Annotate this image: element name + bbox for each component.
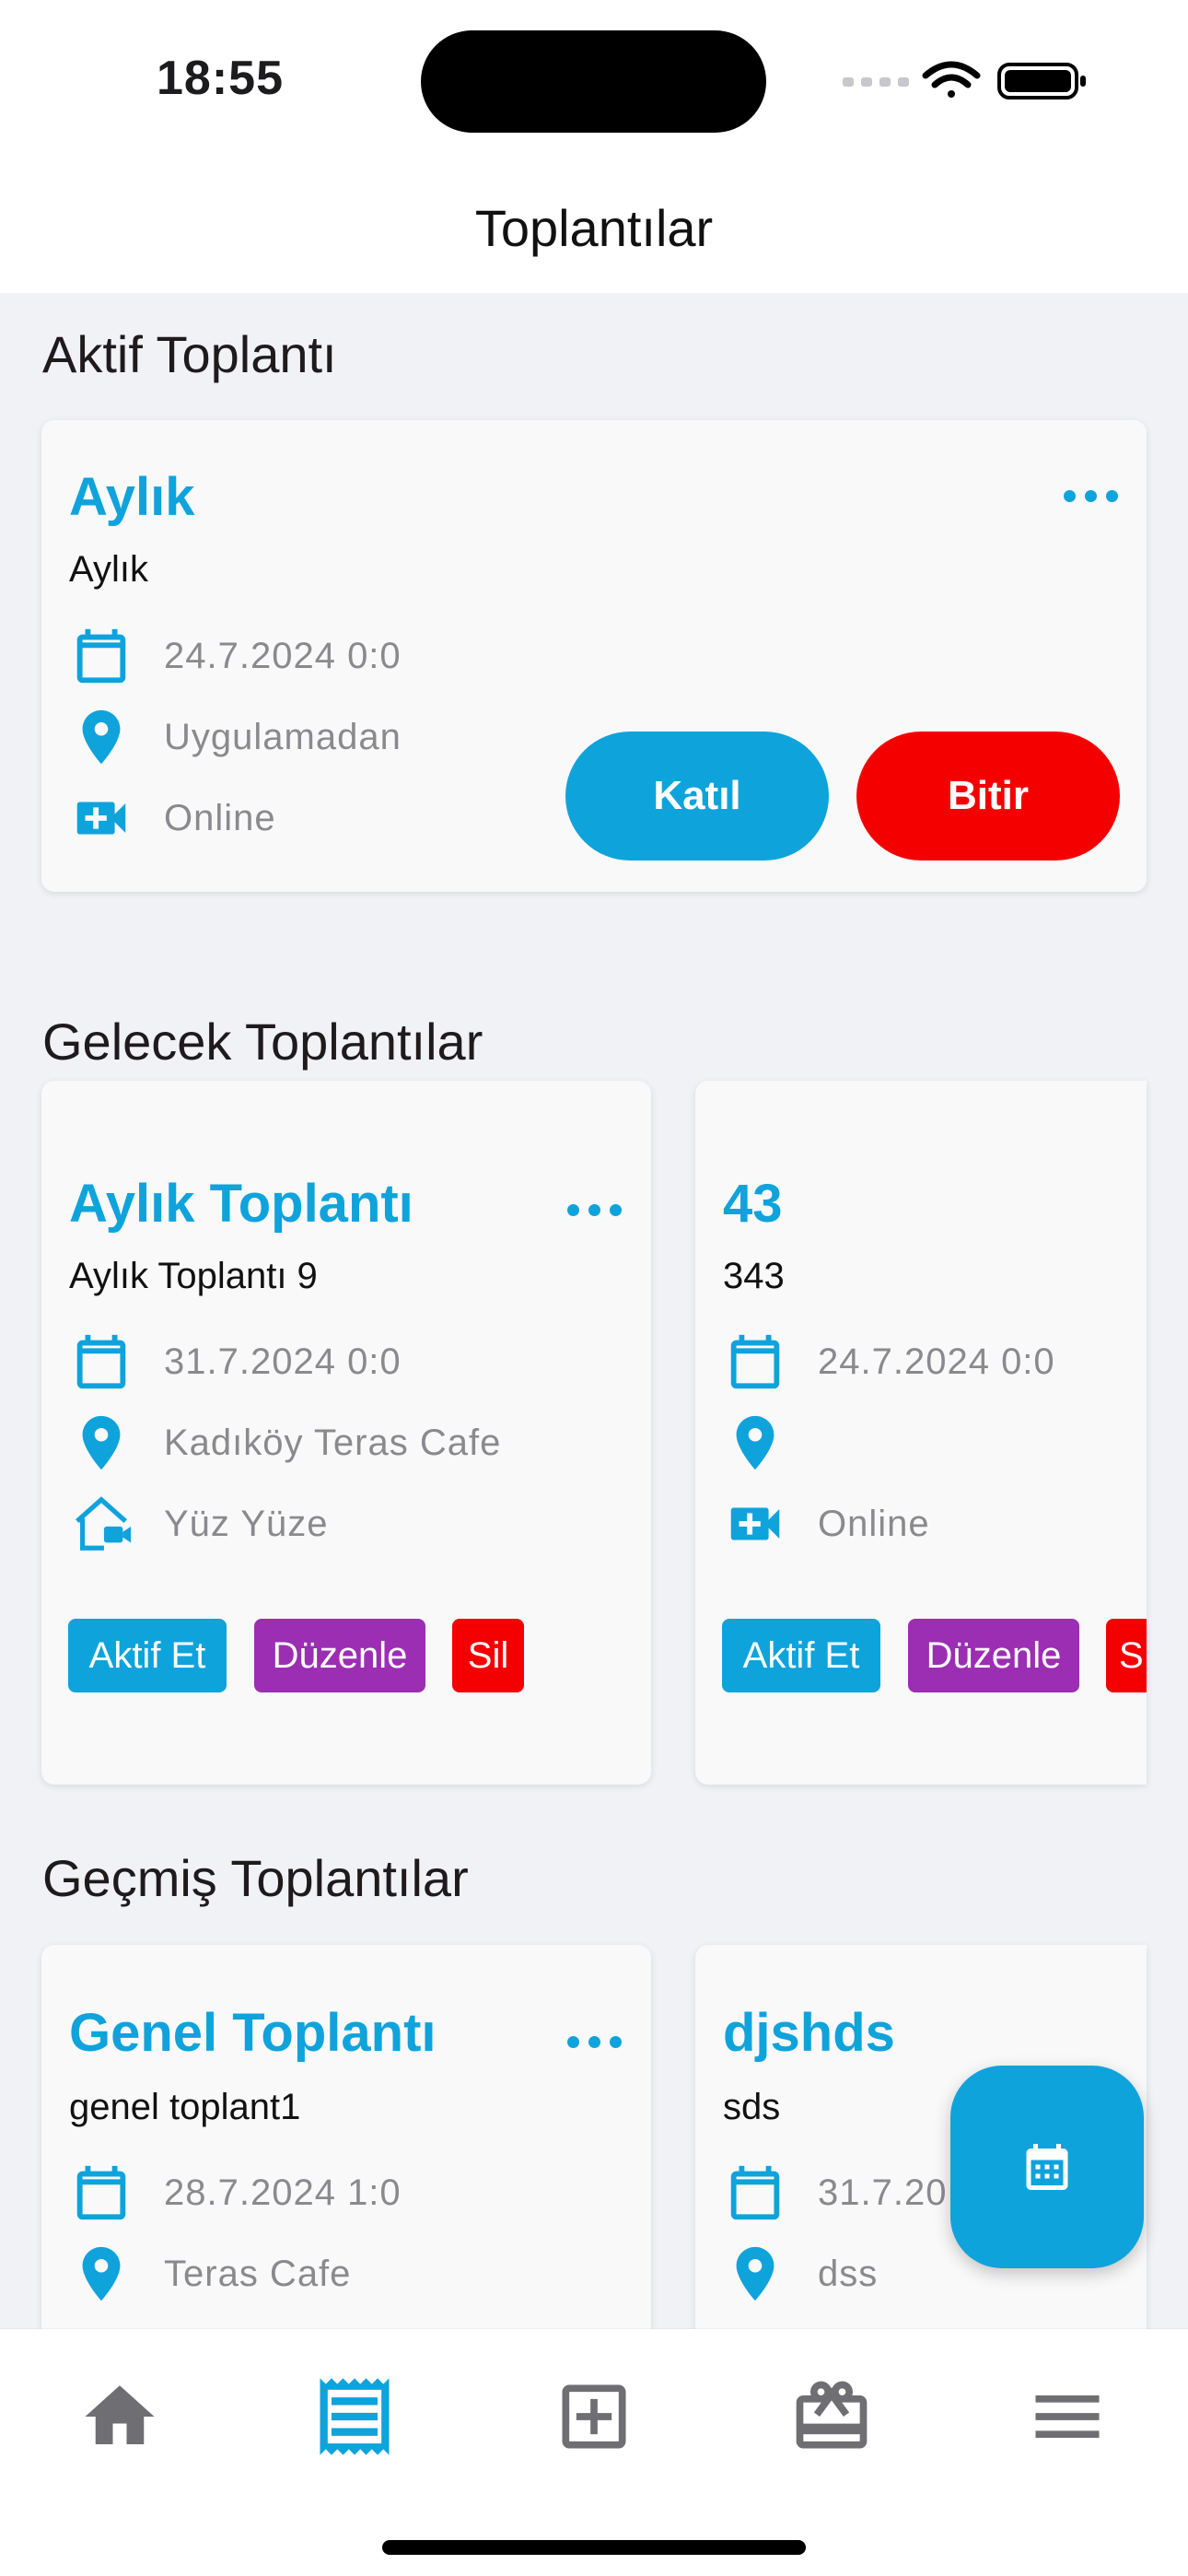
meeting-location-row: Kadıköy Teras Cafe [69,1411,501,1475]
status-time: 18:55 [157,52,284,105]
past-meeting-card[interactable]: Genel Toplantı genel toplant1 28.7.2024 … [41,1945,651,2359]
location-pin-icon [69,705,139,769]
section-title-upcoming: Gelecek Toplantılar [42,1013,483,1071]
cellular-signal-icon [843,77,909,87]
more-options-icon[interactable] [1064,486,1119,505]
meeting-location: dss [818,2253,879,2294]
section-title-active: Aktif Toplantı [42,325,337,383]
meeting-subtitle: genel toplant1 [69,2087,301,2127]
calendar-icon [69,1329,139,1394]
meeting-location: Kadıköy Teras Cafe [164,1422,502,1463]
meeting-date: 31.7.2024 0:0 [164,1341,402,1382]
edit-button[interactable]: Düzenle [908,1619,1079,1692]
meeting-subtitle: Aylık Toplantı 9 [69,1256,318,1296]
meeting-date: 24.7.2024 0:0 [818,1341,1055,1382]
more-options-icon[interactable] [567,1200,623,1219]
meetings-icon[interactable] [304,2366,405,2467]
meeting-title: Aylık Toplantı [69,1174,413,1234]
status-icons [843,57,1091,103]
meeting-location-row: Uygulamadan [69,705,402,769]
meeting-type-row: Yüz Yüze [69,1492,329,1556]
meeting-type: Yüz Yüze [164,1503,329,1544]
calendar-icon [69,2160,139,2225]
meeting-location-row: dss [723,2242,878,2306]
meeting-date-row: 31.7.2024 0:0 [69,1329,402,1394]
activate-button[interactable]: Aktif Et [68,1619,227,1692]
video-call-icon [69,786,139,850]
location-pin-icon [69,1411,139,1475]
meeting-title: djshds [723,2003,895,2063]
meeting-type-row: Online [69,786,276,850]
meeting-date: 31.7.20 [818,2172,948,2213]
section-title-past: Geçmiş Toplantılar [42,1849,469,1907]
meeting-type-row: Online [723,1492,930,1556]
meeting-location: Uygulamadan [164,716,402,757]
calendar-grid-icon [1026,2144,1068,2190]
location-pin-icon [723,1411,793,1475]
calendar-icon [69,624,139,688]
edit-button[interactable]: Düzenle [254,1619,425,1692]
meeting-date-row: 24.7.2024 0:0 [723,1329,1055,1394]
more-options-icon[interactable] [567,2032,623,2051]
activate-button[interactable]: Aktif Et [722,1619,880,1692]
delete-button[interactable]: Sil [452,1619,524,1692]
meeting-subtitle: sds [723,2087,781,2127]
meeting-date-row: 28.7.2024 1:0 [69,2160,402,2225]
menu-icon[interactable] [1017,2366,1118,2467]
location-pin-icon [69,2242,139,2306]
in-person-icon [69,1492,139,1556]
meeting-date: 24.7.2024 0:0 [164,635,402,676]
add-box-icon[interactable] [543,2366,645,2467]
calendar-icon [723,2160,793,2225]
meeting-title: Aylık [69,467,195,527]
meeting-subtitle: Aylık [69,549,148,590]
dynamic-island [421,30,766,133]
meeting-location-row [723,1411,818,1475]
video-call-icon [723,1492,793,1556]
calendar-fab-button[interactable] [950,2066,1144,2268]
battery-icon [997,63,1086,100]
bottom-tab-bar [0,2329,1188,2576]
meeting-title: 43 [723,1174,783,1234]
meeting-type: Online [818,1503,930,1544]
meeting-date: 28.7.2024 1:0 [164,2172,402,2213]
delete-button[interactable]: S [1106,1619,1147,1692]
meeting-location: Teras Cafe [164,2253,352,2294]
calendar-icon [723,1329,793,1394]
location-pin-icon [723,2242,793,2306]
end-meeting-button[interactable]: Bitir [856,732,1120,861]
meeting-type: Online [164,797,276,838]
meeting-date-row: 31.7.20 [723,2160,947,2225]
meeting-date-row: 24.7.2024 0:0 [69,624,402,688]
join-button[interactable]: Katıl [565,732,829,861]
wifi-icon [922,61,981,98]
status-bar: 18:55 [0,0,1188,161]
gift-card-icon[interactable] [781,2366,882,2467]
home-icon[interactable] [69,2366,170,2467]
active-meeting-card[interactable]: Aylık Aylık 24.7.2024 0:0 Uygulamadan On… [41,420,1147,892]
page-title: Toplantılar [474,199,714,257]
meeting-subtitle: 343 [723,1256,785,1296]
home-indicator [382,2540,806,2555]
navigation-header: Toplantılar [0,161,1188,293]
meeting-title: Genel Toplantı [69,2003,437,2063]
meeting-location-row: Teras Cafe [69,2242,351,2306]
